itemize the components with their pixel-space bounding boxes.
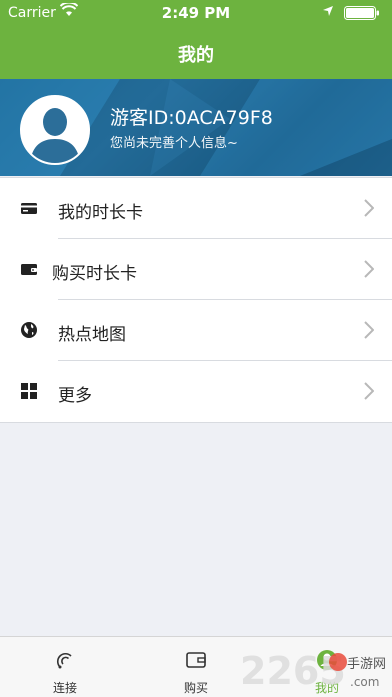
wallet-icon: [186, 652, 206, 668]
status-bar: Carrier 2:49 PM: [0, 0, 392, 27]
user-silhouette-icon: [22, 97, 88, 163]
globe-icon: [21, 322, 37, 338]
page-title: 我的: [178, 45, 214, 66]
tab-label: 连接: [52, 681, 77, 695]
connect-icon: [56, 652, 72, 669]
menu-item-label: 热点地图: [58, 325, 126, 345]
chevron-right-icon: [364, 260, 374, 278]
nav-bar: 我的: [0, 27, 392, 79]
card-icon: [21, 203, 37, 214]
watermark-number: 2265: [240, 649, 346, 693]
tab-connect[interactable]: 连接: [0, 637, 130, 697]
menu-item-label: 购买时长卡: [52, 264, 137, 284]
profile-hint: 您尚未完善个人信息~: [110, 136, 238, 151]
profile-header[interactable]: 游客ID:0ACA79F8 您尚未完善个人信息~: [0, 79, 392, 176]
watermark-site: 手游网: [347, 657, 386, 672]
menu-item-my-cards[interactable]: 我的时长卡: [0, 178, 392, 238]
grid-icon: [21, 383, 37, 399]
menu-item-buy-cards[interactable]: 购买时长卡: [0, 239, 392, 299]
avatar[interactable]: [20, 95, 90, 165]
chevron-right-icon: [364, 382, 374, 400]
chevron-right-icon: [364, 199, 374, 217]
menu-item-label: 更多: [58, 386, 92, 406]
location-arrow-icon: [323, 6, 333, 16]
battery-icon: [344, 6, 379, 20]
chevron-right-icon: [364, 321, 374, 339]
user-id: 游客ID:0ACA79F8: [110, 107, 273, 129]
menu-item-more[interactable]: 更多: [0, 361, 392, 421]
site-watermark-logo: 2265 手游网 .com: [240, 649, 386, 693]
menu-item-label: 我的时长卡: [58, 203, 143, 223]
menu-item-hotspot-map[interactable]: 热点地图: [0, 300, 392, 360]
watermark-domain: .com: [350, 675, 379, 689]
menu-list: 我的时长卡 购买时长卡 热点地图 更多: [0, 177, 392, 423]
wallet-icon: [21, 264, 37, 275]
